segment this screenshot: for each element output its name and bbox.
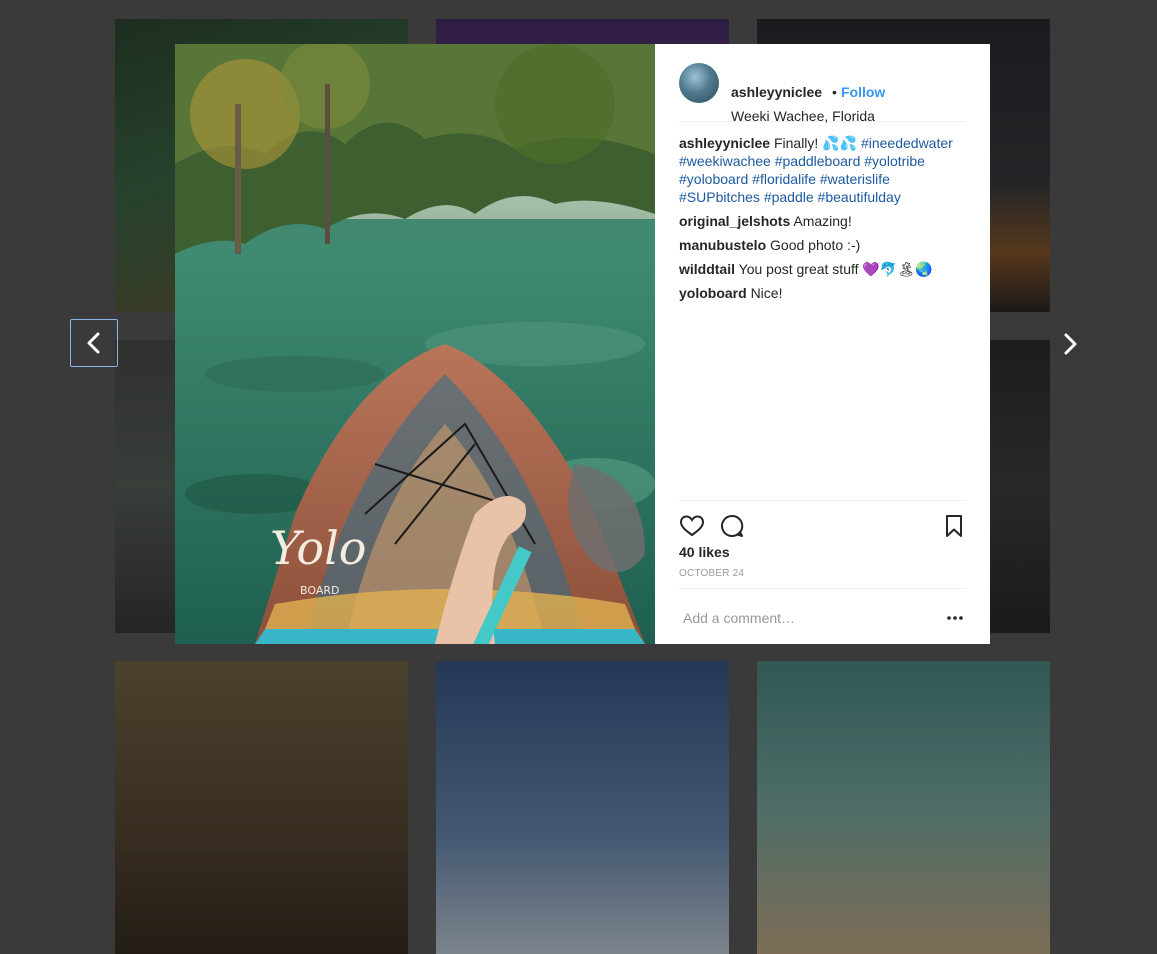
post-modal: Yolo BOARD ashleyyniclee • Follow Weeki … <box>175 44 990 644</box>
hashtag-link[interactable]: #SUPbitches <box>679 189 760 205</box>
comment-text: You post great stuff 💜🐬🏝🌏 <box>738 261 933 277</box>
board-brand-logo: Yolo <box>270 521 366 575</box>
action-bar <box>679 500 966 537</box>
next-post-button[interactable] <box>1056 328 1084 360</box>
comment-item: manubustelo Good photo :-) <box>679 236 974 254</box>
bookmark-icon <box>946 515 962 537</box>
save-button[interactable] <box>943 513 969 539</box>
hashtag-link[interactable]: #floridalife <box>752 171 816 187</box>
caption-text: Finally! 💦💦 <box>773 135 858 151</box>
hashtag-link[interactable]: #waterislife <box>820 171 890 187</box>
caption-username[interactable]: ashleyyniclee <box>679 135 770 151</box>
post-author-username[interactable]: ashleyyniclee <box>731 84 822 100</box>
comment-button[interactable] <box>719 513 745 539</box>
grid-post-7[interactable] <box>115 661 408 954</box>
comment-username[interactable]: manubustelo <box>679 237 766 253</box>
comment-username[interactable]: wilddtail <box>679 261 735 277</box>
paddleboard-photo: Yolo BOARD <box>175 44 655 644</box>
post-photo[interactable]: Yolo BOARD <box>175 44 655 644</box>
comment-form <box>679 588 966 645</box>
comment-text: Good photo :-) <box>770 237 861 253</box>
comment-username[interactable]: original_jelshots <box>679 213 790 229</box>
board-brand-sub: BOARD <box>300 584 339 597</box>
separator-dot: • <box>832 84 837 100</box>
comment-input[interactable] <box>681 607 935 629</box>
hashtag-link[interactable]: #yolotribe <box>864 153 925 169</box>
chevron-right-icon <box>1064 333 1077 355</box>
avatar[interactable] <box>679 63 719 103</box>
hashtag-link[interactable]: #ineededwater <box>861 135 953 151</box>
grid-post-8[interactable] <box>436 661 729 954</box>
hashtag-link[interactable]: #beautifulday <box>818 189 901 205</box>
post-location[interactable]: Weeki Wachee, Florida <box>731 108 875 124</box>
hashtag-link[interactable]: #weekiwachee <box>679 153 771 169</box>
more-options-button[interactable] <box>945 611 965 625</box>
more-options-icon <box>947 616 963 620</box>
follow-button[interactable]: Follow <box>841 84 885 100</box>
chevron-left-icon <box>87 332 100 354</box>
post-details-panel: ashleyyniclee • Follow Weeki Wachee, Flo… <box>655 44 990 644</box>
likes-count[interactable]: 40 likes <box>679 544 730 560</box>
hashtag-link[interactable]: #yoloboard <box>679 171 748 187</box>
hashtag-link[interactable]: #paddle <box>764 189 814 205</box>
comment-item: wilddtail You post great stuff 💜🐬🏝🌏 <box>679 260 974 278</box>
grid-post-9[interactable] <box>757 661 1050 954</box>
comment-item: original_jelshots Amazing! <box>679 212 974 230</box>
post-header: ashleyyniclee • Follow Weeki Wachee, Flo… <box>679 62 966 124</box>
comment-item: yoloboard Nice! <box>679 284 974 302</box>
post-date: OCTOBER 24 <box>679 568 745 579</box>
previous-post-button[interactable] <box>70 319 118 367</box>
heart-icon <box>679 515 705 537</box>
comments-list: ashleyyniclee Finally! 💦💦 #ineededwater … <box>679 134 974 308</box>
comment-text: Nice! <box>750 285 783 301</box>
hashtag-link[interactable]: #paddleboard <box>775 153 861 169</box>
like-button[interactable] <box>679 513 705 539</box>
comment-username[interactable]: yoloboard <box>679 285 747 301</box>
comment-text: Amazing! <box>793 213 852 229</box>
comment-bubble-icon <box>721 514 744 537</box>
caption: ashleyyniclee Finally! 💦💦 #ineededwater … <box>679 134 974 206</box>
